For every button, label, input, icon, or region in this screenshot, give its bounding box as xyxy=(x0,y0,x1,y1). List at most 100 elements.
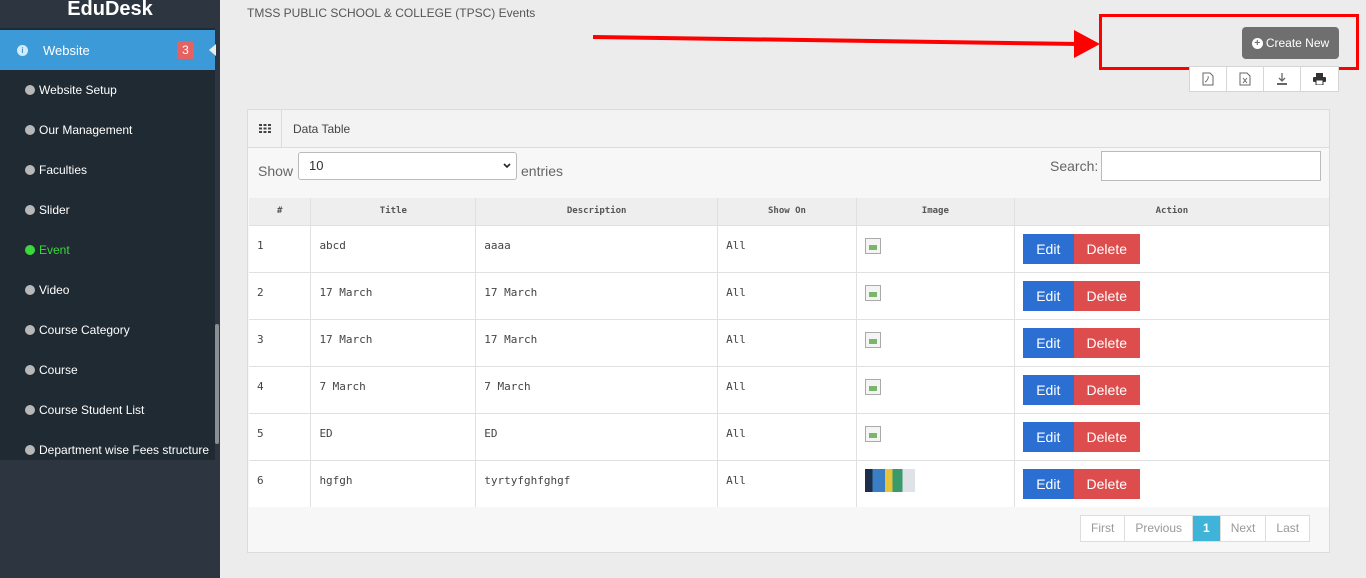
bullet-icon xyxy=(25,125,35,135)
row-show-on: All xyxy=(717,271,857,319)
pagination-first[interactable]: First xyxy=(1081,516,1126,541)
export-pdf-button[interactable] xyxy=(1190,67,1227,91)
table-row: 5 ED ED All Edit Delete xyxy=(249,412,1329,460)
grid-icon xyxy=(258,124,271,133)
row-show-on: All xyxy=(717,365,857,413)
search-label: Search: xyxy=(1050,158,1099,174)
sidebar-item-fees-structure[interactable]: Department wise Fees structure xyxy=(0,430,215,470)
edit-button[interactable]: Edit xyxy=(1022,421,1074,452)
bullet-icon xyxy=(25,165,35,175)
row-show-on: All xyxy=(717,224,857,272)
column-header-show-on[interactable]: Show On xyxy=(717,198,857,225)
sidebar-item-label: Faculties xyxy=(39,163,88,177)
row-number: 3 xyxy=(249,318,312,366)
bullet-icon xyxy=(25,325,35,335)
print-button[interactable] xyxy=(1301,67,1338,91)
edit-button[interactable]: Edit xyxy=(1022,374,1074,405)
pagination-previous[interactable]: Previous xyxy=(1125,516,1194,541)
column-header-action[interactable]: Action xyxy=(1014,198,1329,225)
export-excel-button[interactable] xyxy=(1227,67,1264,91)
row-description: aaaa xyxy=(475,224,719,272)
edit-button[interactable]: Edit xyxy=(1022,327,1074,358)
table-row: 6 hgfgh tyrtyfghfghgf All Edit Delete xyxy=(249,459,1329,507)
row-actions: Edit Delete xyxy=(1014,271,1329,319)
create-new-label: Create New xyxy=(1265,36,1330,50)
sidebar-scrollbar[interactable] xyxy=(215,324,219,444)
page-length-select[interactable]: 10 xyxy=(298,152,517,180)
row-actions: Edit Delete xyxy=(1014,459,1329,507)
broken-image-icon xyxy=(864,378,881,395)
row-title: hgfgh xyxy=(310,459,477,507)
column-header-description[interactable]: Description xyxy=(475,198,719,225)
pagination-next[interactable]: Next xyxy=(1221,516,1267,541)
row-actions: Edit Delete xyxy=(1014,365,1329,413)
row-number: 2 xyxy=(249,271,312,319)
table-row: 1 abcd aaaa All Edit Delete xyxy=(249,224,1329,272)
chevron-down-icon xyxy=(503,163,511,169)
sidebar-item-our-management[interactable]: Our Management xyxy=(0,110,215,150)
row-show-on: All xyxy=(717,459,857,507)
row-number: 6 xyxy=(249,459,312,507)
sidebar-item-course-student-list[interactable]: Course Student List xyxy=(0,390,215,430)
column-header-number[interactable]: # xyxy=(249,198,312,225)
pagination: First Previous 1 Next Last xyxy=(1080,515,1311,542)
sidebar-item-label: Slider xyxy=(39,203,70,217)
bullet-icon xyxy=(25,205,35,215)
sidebar-item-video[interactable]: Video xyxy=(0,270,215,310)
broken-image-icon xyxy=(864,237,881,254)
column-header-image[interactable]: Image xyxy=(856,198,1015,225)
search-input[interactable] xyxy=(1101,151,1321,181)
sidebar-item-label: Course Category xyxy=(39,323,130,337)
pagination-page-1[interactable]: 1 xyxy=(1193,516,1221,541)
page-length-value: 10 xyxy=(309,158,324,173)
panel-header: Data Table xyxy=(248,110,1329,148)
sidebar-item-faculties[interactable]: Faculties xyxy=(0,150,215,190)
sidebar-item-label: Our Management xyxy=(39,123,133,137)
sidebar-item-label: Event xyxy=(39,243,70,257)
delete-button[interactable]: Delete xyxy=(1073,374,1140,405)
row-title: ED xyxy=(310,412,477,460)
entries-label: entries xyxy=(521,163,564,179)
bullet-icon xyxy=(25,445,35,455)
table-row: 2 17 March 17 March All Edit Delete xyxy=(249,271,1329,319)
delete-button[interactable]: Delete xyxy=(1073,327,1140,358)
row-title: 17 March xyxy=(310,318,477,366)
table-row: 4 7 March 7 March All Edit Delete xyxy=(249,365,1329,413)
sidebar-item-course[interactable]: Course xyxy=(0,350,215,390)
print-icon xyxy=(1313,73,1326,85)
delete-button[interactable]: Delete xyxy=(1073,468,1140,499)
sidebar-item-label: Course xyxy=(39,363,78,377)
row-title: abcd xyxy=(310,224,477,272)
panel-title: Data Table xyxy=(293,121,351,136)
export-toolbar xyxy=(1189,66,1339,92)
sidebar-item-event[interactable]: Event xyxy=(0,230,215,270)
plus-circle-icon: + xyxy=(1251,37,1263,49)
row-description: 7 March xyxy=(475,365,719,413)
pagination-last[interactable]: Last xyxy=(1266,516,1309,541)
export-csv-button[interactable] xyxy=(1264,67,1301,91)
row-number: 4 xyxy=(249,365,312,413)
broken-image-icon xyxy=(864,425,881,442)
delete-button[interactable]: Delete xyxy=(1073,421,1140,452)
row-description: ED xyxy=(475,412,719,460)
row-image xyxy=(856,365,1015,413)
row-show-on: All xyxy=(717,318,857,366)
row-description: 17 March xyxy=(475,318,719,366)
edit-button[interactable]: Edit xyxy=(1022,468,1074,499)
edit-button[interactable]: Edit xyxy=(1022,233,1074,264)
sidebar-submenu: Website Setup Our Management Faculties S… xyxy=(0,70,215,470)
bullet-icon xyxy=(25,285,35,295)
download-icon xyxy=(1277,73,1287,85)
column-header-title[interactable]: Title xyxy=(310,198,477,225)
delete-button[interactable]: Delete xyxy=(1073,280,1140,311)
row-actions: Edit Delete xyxy=(1014,318,1329,366)
delete-button[interactable]: Delete xyxy=(1073,233,1140,264)
sidebar-item-slider[interactable]: Slider xyxy=(0,190,215,230)
bullet-icon xyxy=(25,405,35,415)
event-thumbnail[interactable] xyxy=(864,468,915,492)
edit-button[interactable]: Edit xyxy=(1022,280,1074,311)
create-new-button[interactable]: + Create New xyxy=(1242,27,1339,59)
bullet-icon xyxy=(25,365,35,375)
events-table: # Title Description Show On Image Action… xyxy=(249,198,1329,507)
sidebar-item-course-category[interactable]: Course Category xyxy=(0,310,215,350)
